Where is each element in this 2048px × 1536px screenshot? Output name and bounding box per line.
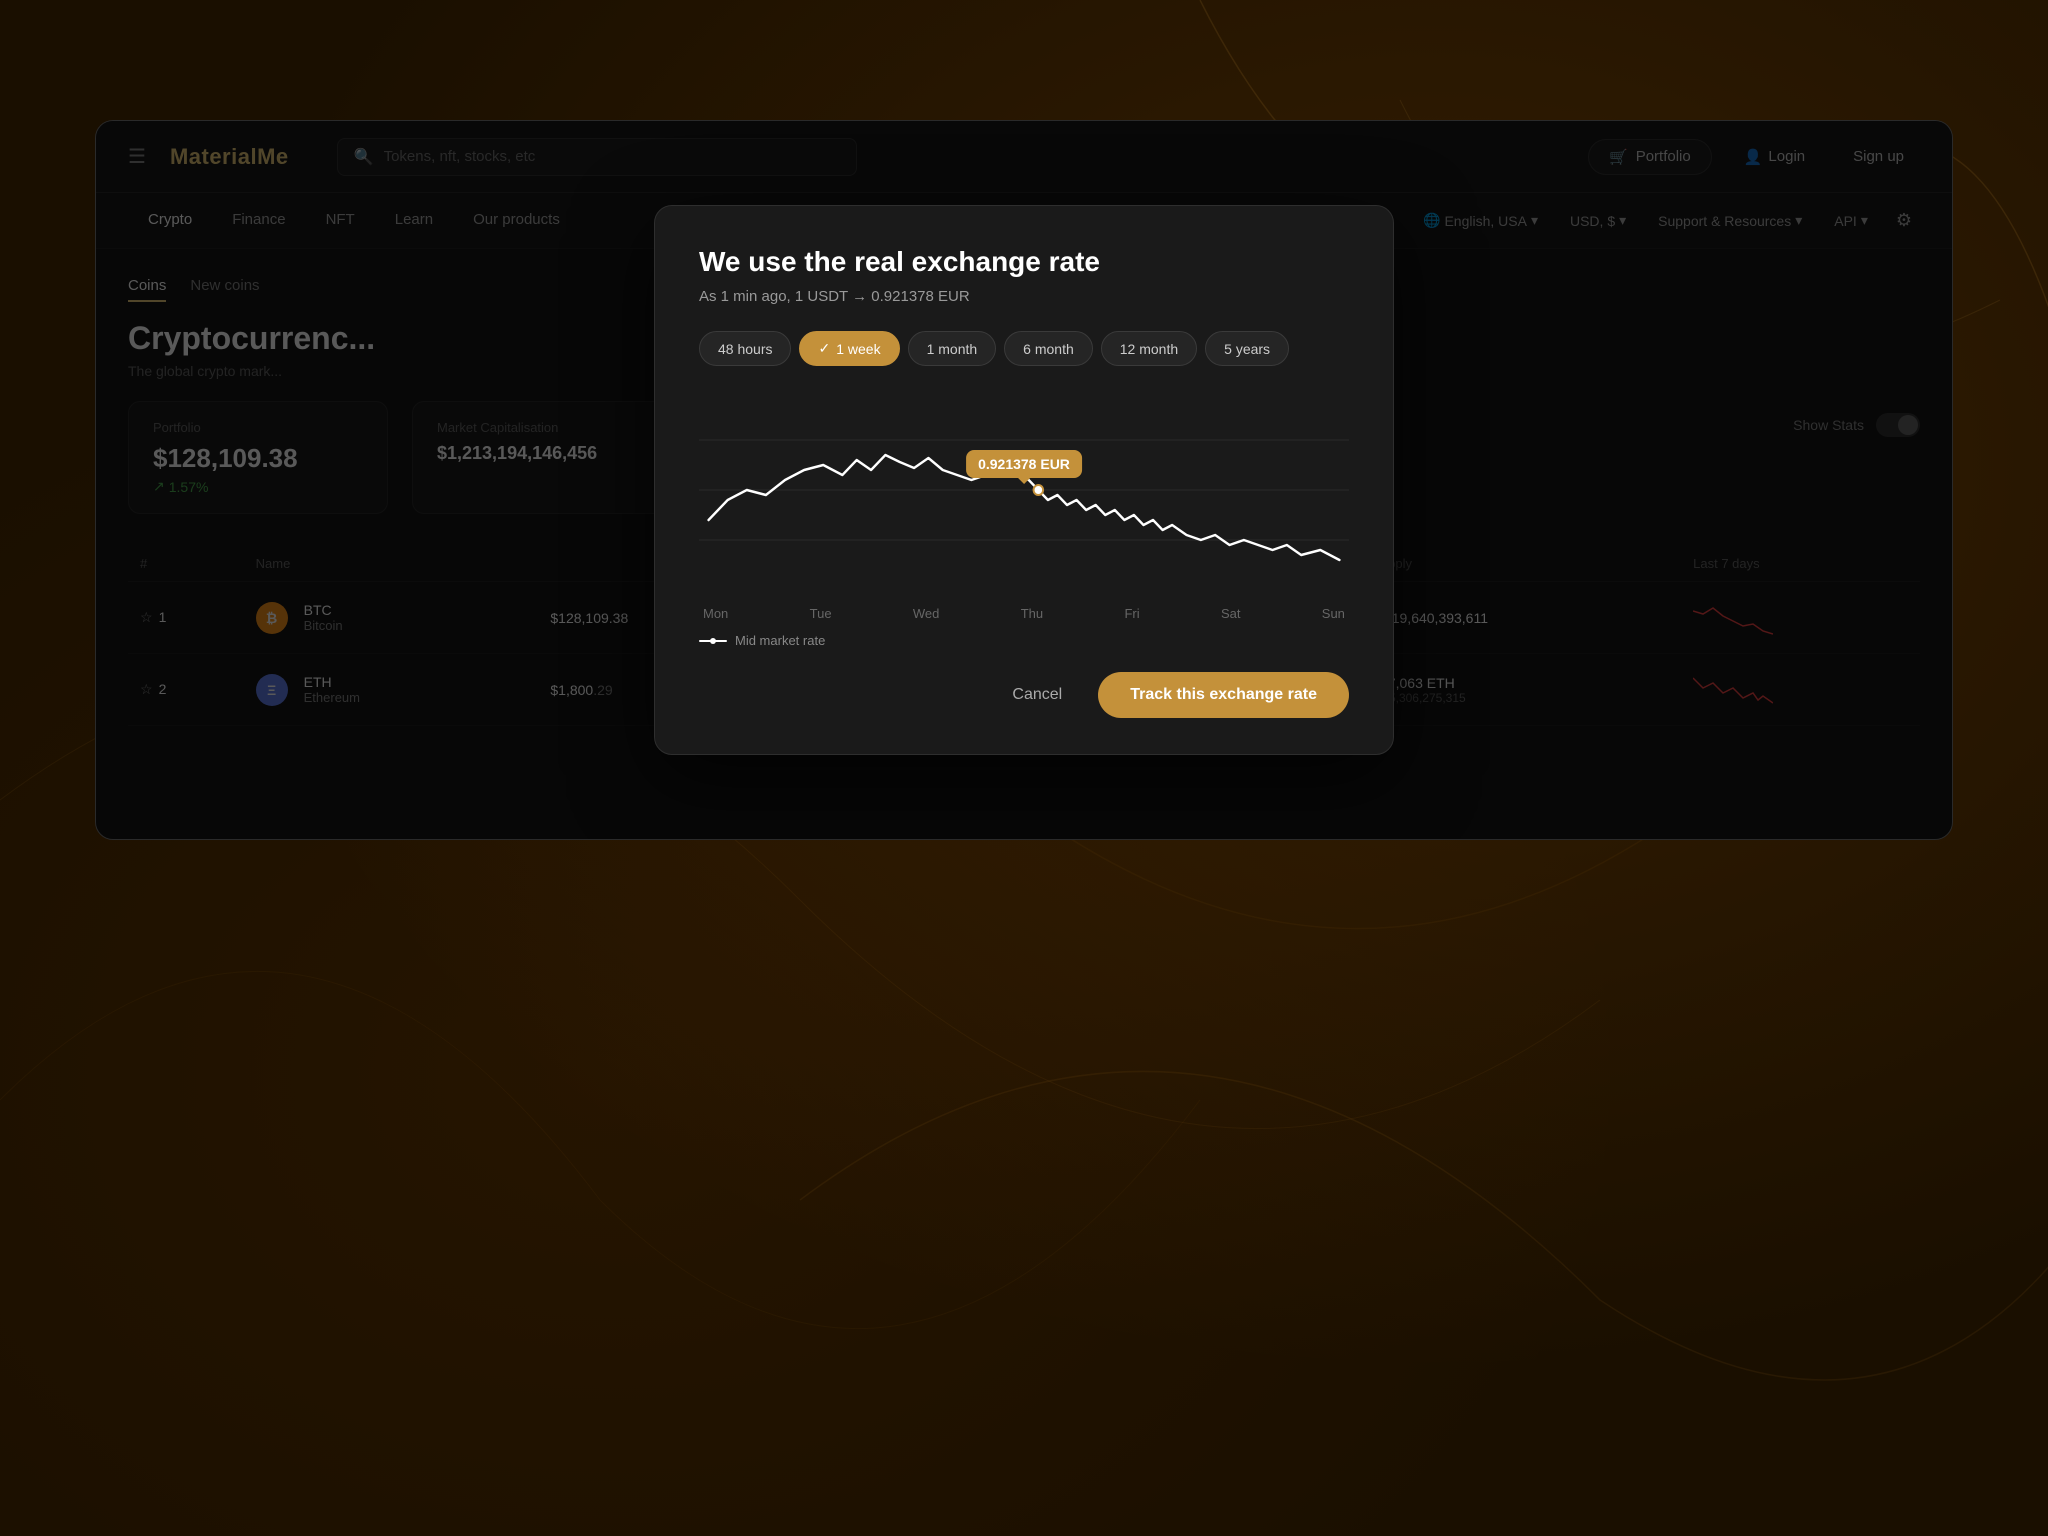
track-exchange-rate-button[interactable]: Track this exchange rate [1098,672,1349,718]
filter-48hours[interactable]: 48 hours [699,331,791,366]
filter-1month[interactable]: 1 month [908,331,997,366]
filter-12month[interactable]: 12 month [1101,331,1197,366]
legend-text: Mid market rate [735,633,825,648]
modal-footer: Cancel Track this exchange rate [699,672,1349,718]
filter-6month[interactable]: 6 month [1004,331,1093,366]
exchange-rate-modal: We use the real exchange rate As 1 min a… [654,205,1394,755]
exchange-rate-chart: 0.921378 EUR [699,390,1349,590]
time-filters: 48 hours ✓ 1 week 1 month 6 month 12 mon… [699,331,1349,366]
chart-label-wed: Wed [913,606,940,621]
filter-5years-label: 5 years [1224,341,1270,357]
filter-6month-label: 6 month [1023,341,1074,357]
legend-line [699,640,727,642]
filter-5years[interactable]: 5 years [1205,331,1289,366]
check-icon: ✓ [818,340,830,357]
filter-48hours-label: 48 hours [718,341,772,357]
filter-1month-label: 1 month [927,341,978,357]
chart-label-sun: Sun [1322,606,1345,621]
chart-label-sat: Sat [1221,606,1241,621]
modal-overlay: We use the real exchange rate As 1 min a… [96,121,1952,839]
modal-title: We use the real exchange rate [699,246,1349,278]
chart-label-fri: Fri [1124,606,1139,621]
filter-12month-label: 12 month [1120,341,1178,357]
filter-1week[interactable]: ✓ 1 week [799,331,899,366]
chart-label-tue: Tue [810,606,832,621]
chart-label-mon: Mon [703,606,728,621]
modal-subtitle: As 1 min ago, 1 USDT → 0.921378 EUR [699,288,1349,305]
filter-1week-label: 1 week [836,341,880,357]
chart-svg [699,390,1349,590]
app-window: ☰ MaterialMe 🔍 🛒 Portfolio 👤 Login Sign … [95,120,1953,840]
chart-labels: Mon Tue Wed Thu Fri Sat Sun [699,606,1349,621]
cancel-button[interactable]: Cancel [992,674,1082,716]
legend-row: Mid market rate [699,633,1349,648]
chart-label-thu: Thu [1021,606,1043,621]
